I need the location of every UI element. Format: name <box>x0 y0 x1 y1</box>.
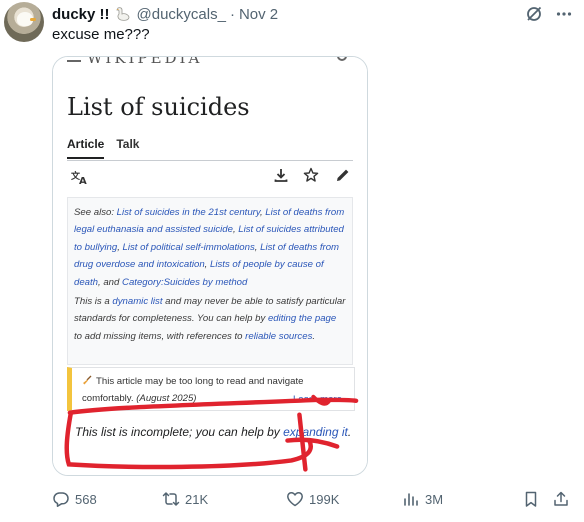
edit-icon <box>337 169 349 181</box>
star-icon <box>303 167 319 182</box>
article-too-long-notice: This article may be too long to read and… <box>67 367 355 411</box>
tab-talk: Talk <box>116 137 140 151</box>
dynamic-pre: This is a <box>74 296 113 308</box>
tweet-media[interactable]: WIKIPEDIA List of suicides Article Talk … <box>52 56 368 476</box>
grok-icon[interactable] <box>524 4 544 24</box>
tab-divider <box>67 160 353 161</box>
duck-avatar-beak <box>30 18 36 21</box>
learn-more-link: Learn more <box>292 394 342 405</box>
more-options-icon[interactable] <box>554 4 574 24</box>
wikipedia-wordmark: WIKIPEDIA <box>87 56 203 67</box>
hatnote-link: List of suicides in the 21st century <box>116 207 260 218</box>
broom-icon <box>83 375 92 385</box>
wikipedia-screenshot: WIKIPEDIA List of suicides Article Talk … <box>53 57 367 475</box>
incomplete-text: This list is incomplete; you can help by <box>75 425 284 439</box>
tweet-text: excuse me??? <box>52 26 150 43</box>
expanding-link: expanding it <box>283 425 348 439</box>
notice-date: (August 2025) <box>136 393 197 404</box>
search-icon <box>337 57 347 61</box>
views-button[interactable]: 3M <box>402 488 443 510</box>
reply-count: 568 <box>75 491 97 507</box>
bookmark-button[interactable] <box>522 488 540 510</box>
hatnote-period: . <box>312 330 316 342</box>
dynamic-post: to add missing items, with references to <box>74 330 246 342</box>
reliable-sources-link: reliable sources <box>245 330 313 342</box>
avatar[interactable] <box>4 2 44 42</box>
menu-icon <box>67 56 81 57</box>
incomplete-list-notice: This list is incomplete; you can help by… <box>75 423 355 442</box>
translate-icon: 文 A <box>71 170 87 185</box>
reply-button[interactable]: 568 <box>52 488 97 510</box>
goose-emoji-icon <box>115 7 129 21</box>
heart-icon <box>287 492 303 507</box>
hatnote-link: List of political self-immolations <box>122 241 255 253</box>
svg-text:A: A <box>79 176 87 185</box>
repost-icon <box>162 492 180 506</box>
display-name[interactable]: ducky !! <box>52 6 110 23</box>
post-date[interactable]: Nov 2 <box>239 6 278 23</box>
views-icon <box>404 493 418 506</box>
like-count: 199K <box>309 491 340 507</box>
download-icon <box>274 169 288 182</box>
editing-link: editing the page <box>267 313 337 325</box>
reply-icon <box>53 492 69 507</box>
dynamic-list-link: dynamic list <box>112 296 163 308</box>
hatnote-category-link: Category:Suicides by method <box>122 276 248 288</box>
share-button[interactable] <box>552 488 570 510</box>
separator-dot: · <box>229 5 235 23</box>
handle[interactable]: @duckycals_ <box>137 6 226 23</box>
like-button[interactable]: 199K <box>286 488 339 510</box>
repost-count: 21K <box>185 491 209 507</box>
tab-article: Article <box>67 137 105 159</box>
wiki-tabs: Article Talk <box>67 137 139 159</box>
bookmark-icon <box>525 491 537 507</box>
tweet-header: ducky !! @duckycals_ · Nov 2 <box>52 3 278 25</box>
view-count: 3M <box>425 491 444 507</box>
hatnote-lead: See also: <box>74 207 117 218</box>
see-also-hatnote: See also: List of suicides in the 21st c… <box>67 197 353 365</box>
engagement-bar: 568 21K 199K 3M <box>52 488 574 512</box>
page-title: List of suicides <box>67 93 250 121</box>
share-icon <box>554 491 568 506</box>
hatnote-and: , and <box>98 276 123 288</box>
repost-button[interactable]: 21K <box>162 488 208 510</box>
incomplete-period: . <box>347 425 352 439</box>
top-actions <box>524 4 574 24</box>
